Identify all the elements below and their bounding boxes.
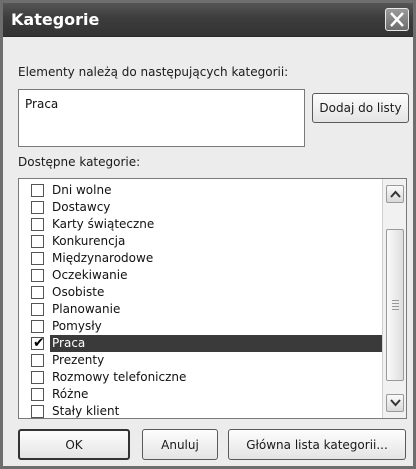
scroll-thumb[interactable] — [386, 229, 404, 381]
master-category-list-button[interactable]: Główna lista kategorii... — [228, 429, 406, 460]
category-item[interactable]: Pomysły — [19, 318, 382, 335]
close-icon — [390, 12, 404, 27]
grip-icon — [392, 300, 399, 312]
category-item-label: Rozmowy telefoniczne — [52, 370, 187, 384]
close-button[interactable] — [385, 8, 409, 31]
category-item-label: Praca — [50, 335, 382, 352]
category-item[interactable]: Międzynarodowe — [19, 250, 382, 267]
category-checkbox[interactable] — [31, 252, 44, 265]
category-checkbox[interactable] — [31, 201, 44, 214]
assigned-categories-field[interactable]: Praca — [18, 89, 305, 147]
category-checkbox[interactable] — [31, 388, 44, 401]
add-to-list-button[interactable]: Dodaj do listy — [312, 93, 409, 123]
category-checkbox[interactable] — [31, 371, 44, 384]
category-item[interactable]: Rozmowy telefoniczne — [19, 369, 382, 386]
category-item[interactable]: Oczekiwanie — [19, 267, 382, 284]
assigned-categories-value: Praca — [25, 97, 59, 111]
category-item-label: Konkurencja — [52, 234, 126, 248]
category-item[interactable]: Stały klient — [19, 403, 382, 418]
list-scrollbar[interactable] — [382, 179, 406, 418]
category-checkbox[interactable] — [31, 320, 44, 333]
available-categories-list[interactable]: Dni wolne Dostawcy Karty świąteczne Konkure… — [18, 178, 407, 419]
category-item-label: Międzynarodowe — [52, 251, 154, 265]
category-item[interactable]: ✔ Praca — [19, 335, 382, 352]
category-item-label: Różne — [52, 387, 89, 401]
dialog-title: Kategorie — [11, 10, 100, 29]
scroll-down-button[interactable] — [386, 394, 404, 412]
category-item-label: Oczekiwanie — [52, 268, 128, 282]
chevron-down-icon — [390, 399, 401, 407]
category-item-label: Dni wolne — [52, 183, 112, 197]
chevron-up-icon — [390, 190, 401, 198]
category-dialog: Kategorie Elementy należą do następujący… — [0, 0, 416, 469]
category-item-label: Karty świąteczne — [52, 217, 155, 231]
cancel-button[interactable]: Anuluj — [142, 429, 218, 460]
category-checkbox[interactable] — [31, 218, 44, 231]
available-categories-label: Dostępne kategorie: — [18, 155, 141, 169]
category-checkbox[interactable] — [31, 286, 44, 299]
category-items: Dni wolne Dostawcy Karty świąteczne Konkure… — [19, 182, 382, 418]
category-checkbox[interactable] — [31, 184, 44, 197]
category-item-label: Stały klient — [52, 404, 120, 418]
scroll-up-button[interactable] — [386, 185, 404, 203]
category-checkbox[interactable] — [31, 235, 44, 248]
category-checkbox[interactable] — [31, 405, 44, 418]
category-checkbox[interactable]: ✔ — [31, 335, 45, 351]
category-item[interactable]: Dostawcy — [19, 199, 382, 216]
category-item-label: Prezenty — [52, 353, 105, 367]
category-checkbox[interactable] — [31, 269, 44, 282]
category-item[interactable]: Karty świąteczne — [19, 216, 382, 233]
category-item[interactable]: Planowanie — [19, 301, 382, 318]
assigned-categories-label: Elementy należą do następujących kategor… — [18, 65, 289, 79]
category-item[interactable]: Dni wolne — [19, 182, 382, 199]
checkmark-icon: ✔ — [33, 335, 45, 351]
category-item[interactable]: Osobiste — [19, 284, 382, 301]
title-bar[interactable]: Kategorie — [3, 3, 413, 37]
category-item-label: Dostawcy — [52, 200, 111, 214]
category-item[interactable]: Prezenty — [19, 352, 382, 369]
category-item-label: Pomysły — [52, 319, 102, 333]
category-item-label: Planowanie — [52, 302, 121, 316]
category-item[interactable]: Konkurencja — [19, 233, 382, 250]
category-checkbox[interactable] — [31, 303, 44, 316]
category-item[interactable]: Różne — [19, 386, 382, 403]
category-checkbox[interactable] — [31, 354, 44, 367]
ok-button[interactable]: OK — [18, 429, 130, 460]
category-item-label: Osobiste — [52, 285, 105, 299]
